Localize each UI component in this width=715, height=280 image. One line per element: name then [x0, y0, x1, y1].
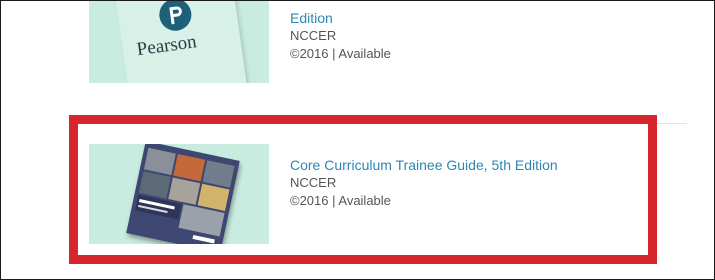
result-info: Core Curriculum Trainee Guide, 5th Editi… — [290, 156, 558, 210]
book-cover-thumbnail[interactable]: Pearson — [89, 1, 269, 83]
pearson-logo-icon — [159, 1, 192, 31]
pearson-book-cover: Pearson — [115, 1, 253, 83]
cover-publisher-text: Pearson — [135, 31, 198, 61]
result-author: NCCER — [290, 175, 337, 190]
result-divider — [89, 123, 687, 124]
book-cover-thumbnail[interactable] — [89, 144, 269, 244]
result-meta: ©2016 | Available — [290, 46, 391, 61]
result-meta: ©2016 | Available — [290, 193, 391, 208]
book-cover-art — [126, 144, 240, 244]
core-curriculum-book-cover — [126, 144, 240, 244]
result-author: NCCER — [290, 28, 337, 43]
result-title-link[interactable]: Core Curriculum Trainee Guide, 5th Editi… — [290, 156, 558, 174]
result-item: Pearson Edition NCCER ©2016 | Available — [89, 1, 689, 83]
result-info: Edition NCCER ©2016 | Available — [290, 9, 391, 63]
result-title-link[interactable]: Edition — [290, 9, 391, 27]
search-results-panel: Pearson Edition NCCER ©2016 | Available — [0, 0, 715, 280]
result-item: Core Curriculum Trainee Guide, 5th Editi… — [89, 144, 689, 244]
